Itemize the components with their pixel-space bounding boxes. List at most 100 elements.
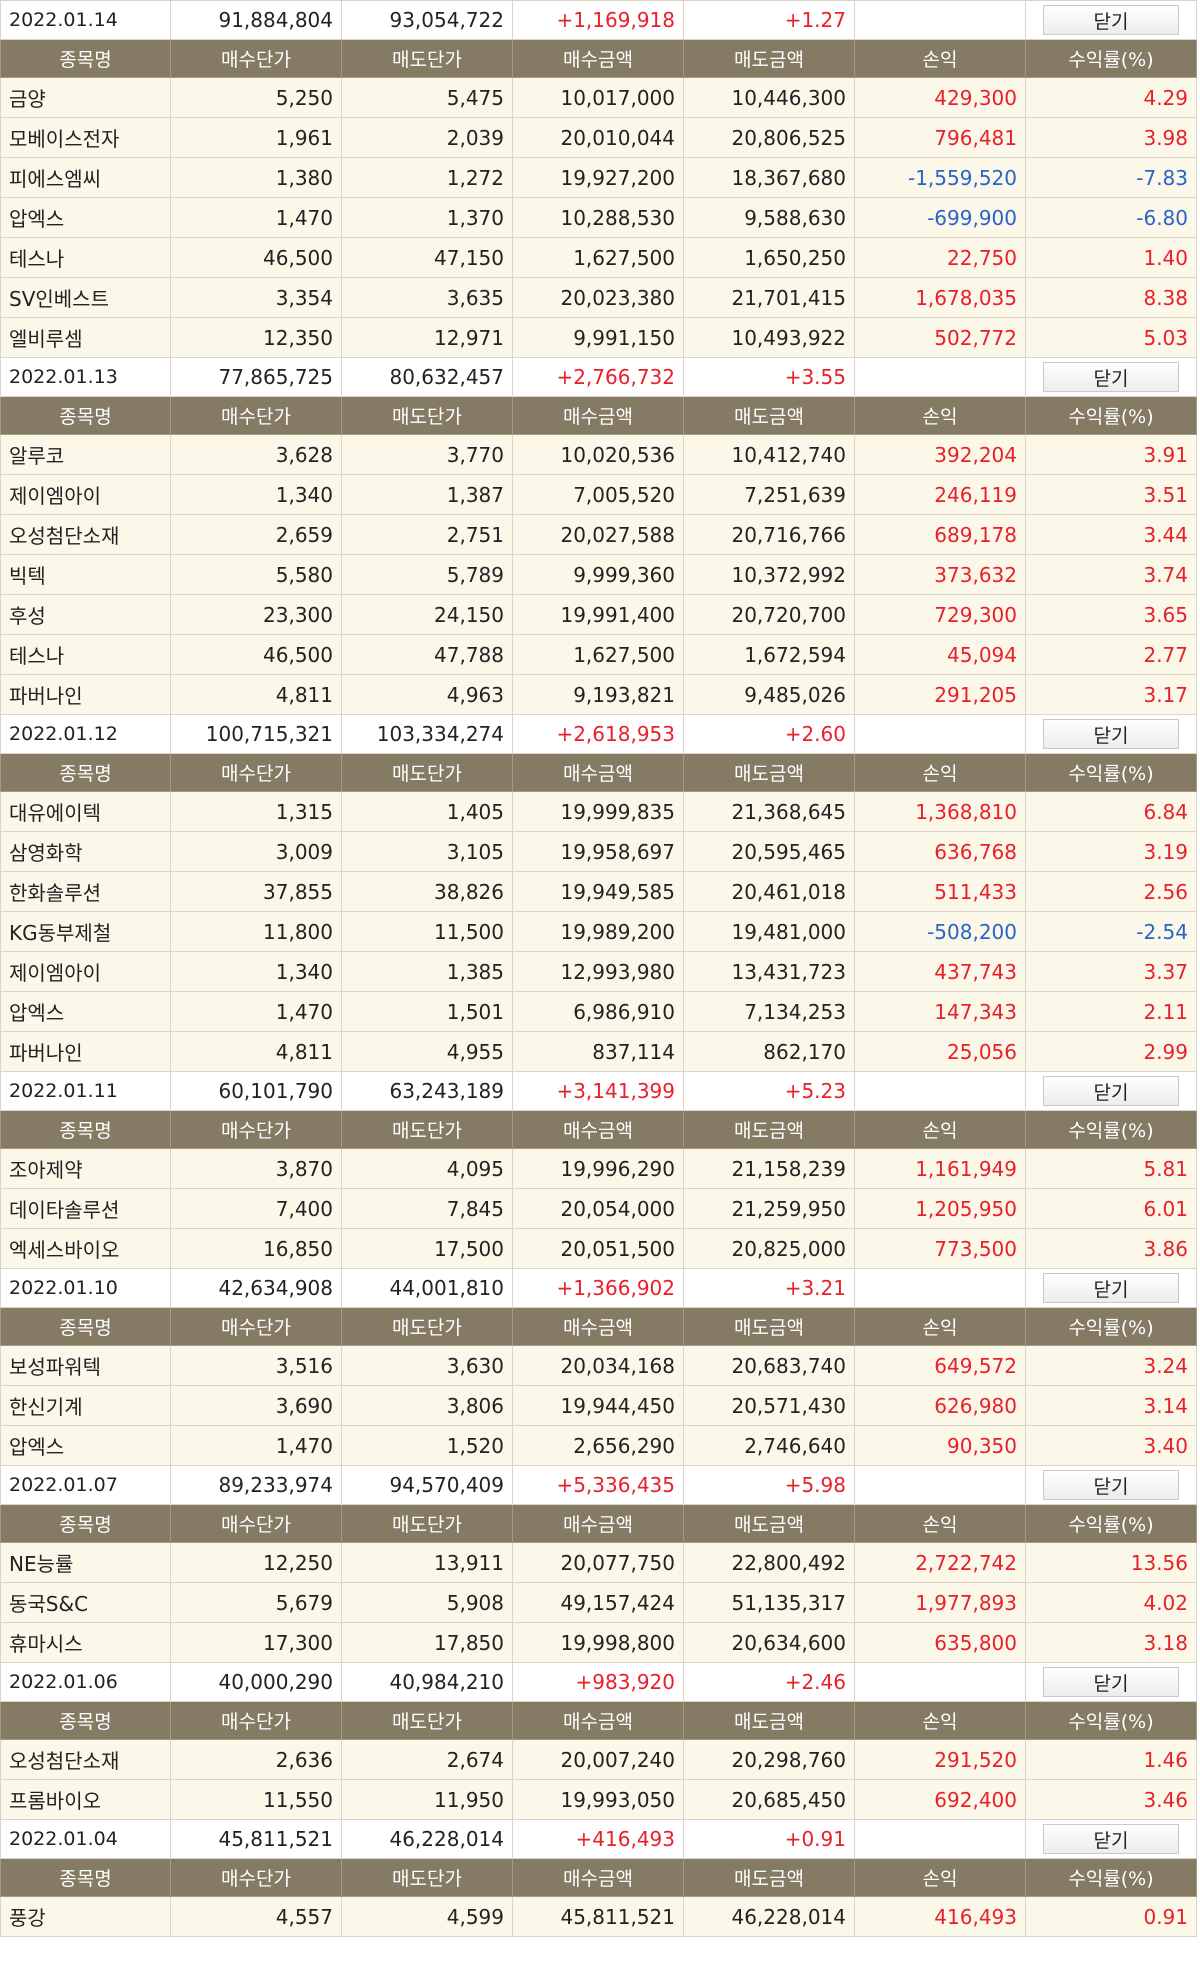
edge-gap bbox=[1196, 1896, 1200, 1937]
close-button[interactable]: 닫기 bbox=[1043, 362, 1179, 392]
return-rate: -2.54 bbox=[1025, 911, 1197, 952]
close-button[interactable]: 닫기 bbox=[1043, 1273, 1179, 1303]
buy-amount: 2,656,290 bbox=[512, 1425, 684, 1466]
sell-price: 24,150 bbox=[341, 594, 513, 635]
buy-price: 3,690 bbox=[170, 1385, 342, 1426]
stock-name: 압엑스 bbox=[0, 197, 171, 238]
sell-amount: 7,251,639 bbox=[683, 474, 855, 515]
buy-price: 1,470 bbox=[170, 991, 342, 1032]
sell-price: 38,826 bbox=[341, 871, 513, 912]
edge-gap bbox=[1196, 1110, 1200, 1149]
stock-name: SV인베스트 bbox=[0, 277, 171, 318]
buy-price: 1,380 bbox=[170, 157, 342, 198]
header-return-rate: 수익률(%) bbox=[1025, 1110, 1197, 1149]
summary-spacer bbox=[854, 1268, 1026, 1308]
day-sell-total: 46,228,014 bbox=[341, 1819, 513, 1859]
buy-price: 4,811 bbox=[170, 674, 342, 715]
return-rate: -6.80 bbox=[1025, 197, 1197, 238]
return-rate: 4.29 bbox=[1025, 77, 1197, 118]
edge-gap bbox=[1196, 831, 1200, 872]
profit: 246,119 bbox=[854, 474, 1026, 515]
profit: 291,520 bbox=[854, 1739, 1026, 1780]
return-rate: 2.99 bbox=[1025, 1031, 1197, 1072]
profit: 626,980 bbox=[854, 1385, 1026, 1426]
header-sell-amount: 매도금액 bbox=[683, 39, 855, 78]
buy-amount: 19,958,697 bbox=[512, 831, 684, 872]
sell-price: 17,850 bbox=[341, 1622, 513, 1663]
buy-amount: 19,991,400 bbox=[512, 594, 684, 635]
return-rate: 3.65 bbox=[1025, 594, 1197, 635]
stock-name: 한화솔루션 bbox=[0, 871, 171, 912]
sell-price: 2,674 bbox=[341, 1739, 513, 1780]
profit: 1,205,950 bbox=[854, 1188, 1026, 1229]
table-row: 보성파워텍 3,516 3,630 20,034,168 20,683,740 649,5… bbox=[0, 1345, 1200, 1386]
summary-spacer bbox=[854, 1819, 1026, 1859]
sell-amount: 51,135,317 bbox=[683, 1582, 855, 1623]
profit: 502,772 bbox=[854, 317, 1026, 358]
header-profit: 손익 bbox=[854, 753, 1026, 792]
edge-gap bbox=[1196, 474, 1200, 515]
profit: 1,161,949 bbox=[854, 1148, 1026, 1189]
edge-gap bbox=[1196, 1465, 1200, 1505]
sell-amount: 20,806,525 bbox=[683, 117, 855, 158]
close-button[interactable]: 닫기 bbox=[1043, 1667, 1179, 1697]
stock-name: 휴마시스 bbox=[0, 1622, 171, 1663]
summary-spacer bbox=[854, 1465, 1026, 1505]
sell-amount: 21,259,950 bbox=[683, 1188, 855, 1229]
sell-price: 7,845 bbox=[341, 1188, 513, 1229]
column-header-row: 종목명 매수단가 매도단가 매수금액 매도금액 손익 수익률(%) bbox=[0, 1858, 1200, 1897]
buy-price: 3,009 bbox=[170, 831, 342, 872]
header-sell-price: 매도단가 bbox=[341, 1701, 513, 1740]
header-buy-amount: 매수금액 bbox=[512, 1701, 684, 1740]
day-buy-total: 40,000,290 bbox=[170, 1662, 342, 1702]
sell-price: 5,475 bbox=[341, 77, 513, 118]
sell-amount: 46,228,014 bbox=[683, 1896, 855, 1937]
sell-price: 12,971 bbox=[341, 317, 513, 358]
edge-gap bbox=[1196, 1228, 1200, 1269]
edge-gap bbox=[1196, 1779, 1200, 1820]
sell-price: 1,370 bbox=[341, 197, 513, 238]
stock-name: 알루코 bbox=[0, 434, 171, 475]
table-row: 압엑스 1,470 1,370 10,288,530 9,588,630 -699,900… bbox=[0, 197, 1200, 238]
header-buy-amount: 매수금액 bbox=[512, 1504, 684, 1543]
close-button[interactable]: 닫기 bbox=[1043, 1076, 1179, 1106]
profit: 373,632 bbox=[854, 554, 1026, 595]
sell-amount: 20,595,465 bbox=[683, 831, 855, 872]
header-stock-name: 종목명 bbox=[0, 396, 171, 435]
close-button[interactable]: 닫기 bbox=[1043, 5, 1179, 35]
buy-amount: 9,991,150 bbox=[512, 317, 684, 358]
close-button[interactable]: 닫기 bbox=[1043, 1470, 1179, 1500]
edge-gap bbox=[1196, 1307, 1200, 1346]
header-buy-price: 매수단가 bbox=[170, 396, 342, 435]
day-summary-row: 2022.01.04 45,811,521 46,228,014 +416,493 +0… bbox=[0, 1819, 1200, 1859]
edge-gap bbox=[1196, 157, 1200, 198]
table-row: 엑세스바이오 16,850 17,500 20,051,500 20,825,000 77… bbox=[0, 1228, 1200, 1269]
return-rate: 8.38 bbox=[1025, 277, 1197, 318]
table-row: 후성 23,300 24,150 19,991,400 20,720,700 729,30… bbox=[0, 594, 1200, 635]
return-rate: 13.56 bbox=[1025, 1542, 1197, 1583]
day-return-rate: +2.46 bbox=[683, 1662, 855, 1702]
close-button[interactable]: 닫기 bbox=[1043, 1824, 1179, 1854]
sell-amount: 21,701,415 bbox=[683, 277, 855, 318]
return-rate: 3.91 bbox=[1025, 434, 1197, 475]
close-button[interactable]: 닫기 bbox=[1043, 719, 1179, 749]
profit: 90,350 bbox=[854, 1425, 1026, 1466]
sell-amount: 22,800,492 bbox=[683, 1542, 855, 1583]
buy-price: 1,315 bbox=[170, 791, 342, 832]
buy-amount: 19,996,290 bbox=[512, 1148, 684, 1189]
buy-amount: 1,627,500 bbox=[512, 237, 684, 278]
sell-amount: 20,298,760 bbox=[683, 1739, 855, 1780]
close-cell: 닫기 bbox=[1025, 1268, 1197, 1308]
return-rate: 3.14 bbox=[1025, 1385, 1197, 1426]
stock-name: 파버나인 bbox=[0, 674, 171, 715]
return-rate: -7.83 bbox=[1025, 157, 1197, 198]
profit: 416,493 bbox=[854, 1896, 1026, 1937]
sell-amount: 20,683,740 bbox=[683, 1345, 855, 1386]
buy-amount: 19,999,835 bbox=[512, 791, 684, 832]
header-buy-price: 매수단가 bbox=[170, 1307, 342, 1346]
header-stock-name: 종목명 bbox=[0, 1110, 171, 1149]
day-buy-total: 91,884,804 bbox=[170, 0, 342, 40]
sell-price: 1,387 bbox=[341, 474, 513, 515]
trade-history-body: 2022.01.14 91,884,804 93,054,722 +1,169,918… bbox=[0, 0, 1200, 1937]
stock-name: 풍강 bbox=[0, 1896, 171, 1937]
